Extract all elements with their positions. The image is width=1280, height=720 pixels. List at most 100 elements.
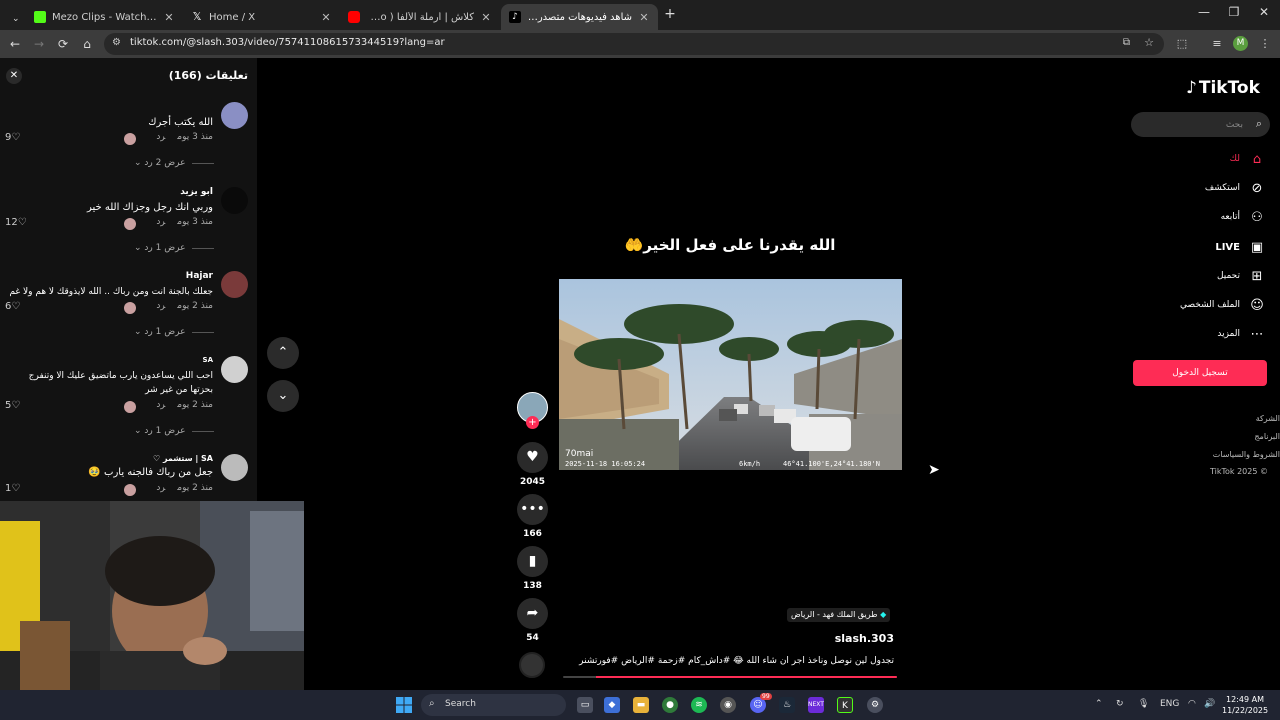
close-icon[interactable]: ✕ [163, 11, 175, 24]
new-tab-button[interactable]: + [656, 6, 684, 22]
discord-badge: 99 [760, 693, 772, 700]
nav-profile[interactable]: ☺ الملف الشخصي [1180, 295, 1266, 315]
minimize-button[interactable]: — [1190, 5, 1218, 19]
footer-link-terms[interactable]: الشروط والسياسات [1213, 450, 1280, 459]
nav-live[interactable]: ▣ LIVE [1215, 237, 1266, 257]
view-replies-button[interactable]: عرض 1 رد ⌄ [134, 327, 185, 337]
windows-start-icon[interactable] [396, 697, 412, 713]
nav-upload[interactable]: ⊞ تحميل [1217, 266, 1266, 286]
spotify-icon[interactable]: ≋ [691, 697, 707, 713]
close-icon[interactable]: ✕ [638, 11, 650, 24]
address-bar[interactable]: ⚙ tiktok.com/@slash.303/video/7574110861… [104, 33, 1164, 55]
close-icon[interactable]: ✕ [480, 11, 492, 24]
taskbar-clock[interactable]: 12:49 AM 11/22/2025 [1222, 694, 1268, 716]
like-button[interactable]: 12♡ [5, 217, 27, 228]
tray-refresh-icon[interactable]: ↻ [1116, 699, 1124, 709]
steam-icon[interactable]: ♨ [779, 697, 795, 713]
nav-following[interactable]: ⚇ أتابعه [1221, 207, 1266, 227]
close-icon[interactable]: ✕ [320, 11, 332, 24]
close-comments-button[interactable]: ✕ [6, 68, 22, 84]
reply-button[interactable]: رد [156, 132, 165, 142]
chrome-icon[interactable]: ● [662, 697, 678, 713]
video-player[interactable]: 70mai 2025-11-18 16:05:24 6km/h 46°41.10… [559, 279, 902, 470]
forward-button[interactable]: → [32, 37, 46, 51]
like-button[interactable]: 1♡ [5, 483, 20, 494]
like-button[interactable]: 5♡ [5, 400, 20, 411]
taskbar-search[interactable]: ⌕ Search [421, 694, 566, 716]
like-button[interactable]: 9♡ [5, 132, 20, 143]
restore-button[interactable]: ❐ [1220, 5, 1248, 19]
tab-list-button[interactable]: ⌄ [4, 6, 22, 32]
volume-icon[interactable]: 🔊 [1204, 699, 1215, 709]
view-replies-button[interactable]: عرض 1 رد ⌄ [134, 426, 185, 436]
nav-more[interactable]: ⋯ المزيد [1217, 324, 1266, 344]
commenter-name[interactable]: Hajar [186, 271, 213, 281]
search-icon[interactable]: ⌕ [1256, 117, 1262, 131]
avatar[interactable] [221, 102, 248, 129]
reply-button[interactable]: رد [156, 483, 165, 493]
bookmark-star-icon[interactable]: ☆ [1144, 36, 1154, 49]
like-button[interactable]: 6♡ [5, 301, 20, 312]
view-replies-button[interactable]: عرض 2 رد ⌄ [134, 158, 185, 168]
file-explorer-icon[interactable]: ▬ [633, 697, 649, 713]
tray-expand-icon[interactable]: ⌃ [1095, 699, 1103, 709]
profile-avatar[interactable]: M [1233, 36, 1248, 51]
github-icon[interactable]: ◉ [720, 697, 736, 713]
like-button[interactable]: ♥ [517, 442, 548, 473]
avatar[interactable] [221, 356, 248, 383]
view-replies-button[interactable]: عرض 1 رد ⌄ [134, 243, 185, 253]
menu-icon[interactable]: ⋮ [1258, 37, 1272, 50]
video-progress-bar[interactable] [563, 676, 897, 678]
profile-icon: ☺ [1250, 297, 1264, 313]
kick-app-icon[interactable]: K [837, 697, 853, 713]
next-app-icon[interactable]: NEXT [808, 697, 824, 713]
extensions-icon[interactable]: ⬚ [1175, 37, 1189, 50]
reload-button[interactable]: ⟳ [56, 37, 70, 51]
commenter-name[interactable]: SA [203, 356, 213, 364]
tab-x[interactable]: 𝕏 Home / X ✕ [183, 4, 340, 30]
location-tag[interactable]: ◆ طريق الملك فهد - الرياض [787, 608, 891, 622]
commenter-name[interactable]: ابو يزيد [180, 187, 213, 197]
language-indicator[interactable]: ENG [1160, 699, 1179, 709]
video-author[interactable]: slash.303 [835, 632, 894, 645]
previous-video-button[interactable]: ⌃ [267, 337, 299, 369]
footer-link-company[interactable]: الشركة [1256, 414, 1280, 423]
site-info-icon[interactable]: ⚙ [112, 37, 121, 48]
reply-button[interactable]: رد [156, 400, 165, 410]
avatar[interactable] [221, 187, 248, 214]
footer-link-program[interactable]: البرنامج [1254, 432, 1280, 441]
tiktok-logo[interactable]: ♪ TikTok [1186, 78, 1260, 98]
close-window-button[interactable]: ✕ [1250, 5, 1278, 19]
save-button[interactable]: ▮ [517, 546, 548, 577]
music-disc-icon[interactable] [519, 652, 545, 678]
compass-icon: ⊘ [1251, 180, 1263, 196]
tab-tiktok[interactable]: ♪ شاهد فيديوهات متصدرة | TikTok ✕ [501, 4, 658, 30]
share-button[interactable]: ➦ [517, 598, 548, 629]
reply-button[interactable]: رد [156, 301, 165, 311]
nav-explore[interactable]: ⊘ استكشف [1205, 178, 1266, 198]
tab-title: Home / X [209, 11, 256, 23]
install-app-icon[interactable]: ⧉ [1123, 37, 1130, 48]
youtube-icon [348, 11, 360, 23]
media-controls-icon[interactable]: ≡ [1210, 37, 1224, 50]
tab-youtube[interactable]: كلاش | أرملة الألفا ( Official Video ✕ [340, 4, 500, 30]
reply-button[interactable]: رد [156, 217, 165, 227]
search-box[interactable]: ⌕ [1131, 112, 1270, 137]
avatar[interactable] [221, 271, 248, 298]
login-button[interactable]: تسجيل الدخول [1133, 360, 1267, 386]
commenter-name[interactable]: SA | ستشمر ♡ [153, 454, 213, 463]
task-view-icon[interactable]: ▭ [577, 697, 593, 713]
back-button[interactable]: ← [8, 37, 22, 51]
next-video-button[interactable]: ⌄ [267, 380, 299, 412]
home-button[interactable]: ⌂ [80, 37, 94, 51]
comment-button[interactable]: ••• [517, 494, 548, 525]
follow-button[interactable]: + [526, 416, 539, 429]
copilot-icon[interactable]: ◆ [604, 697, 620, 713]
tab-kick[interactable]: Mezo Clips - Watch Live on Kick ✕ [26, 4, 183, 30]
nav-for-you[interactable]: ⌂ لك [1230, 149, 1266, 169]
microphone-icon[interactable]: 🎙 [1138, 699, 1149, 709]
avatar[interactable] [221, 454, 248, 481]
wifi-icon[interactable]: ◠ [1188, 699, 1196, 709]
settings-gear-icon[interactable]: ⚙ [867, 697, 883, 713]
search-input[interactable] [1143, 116, 1243, 133]
